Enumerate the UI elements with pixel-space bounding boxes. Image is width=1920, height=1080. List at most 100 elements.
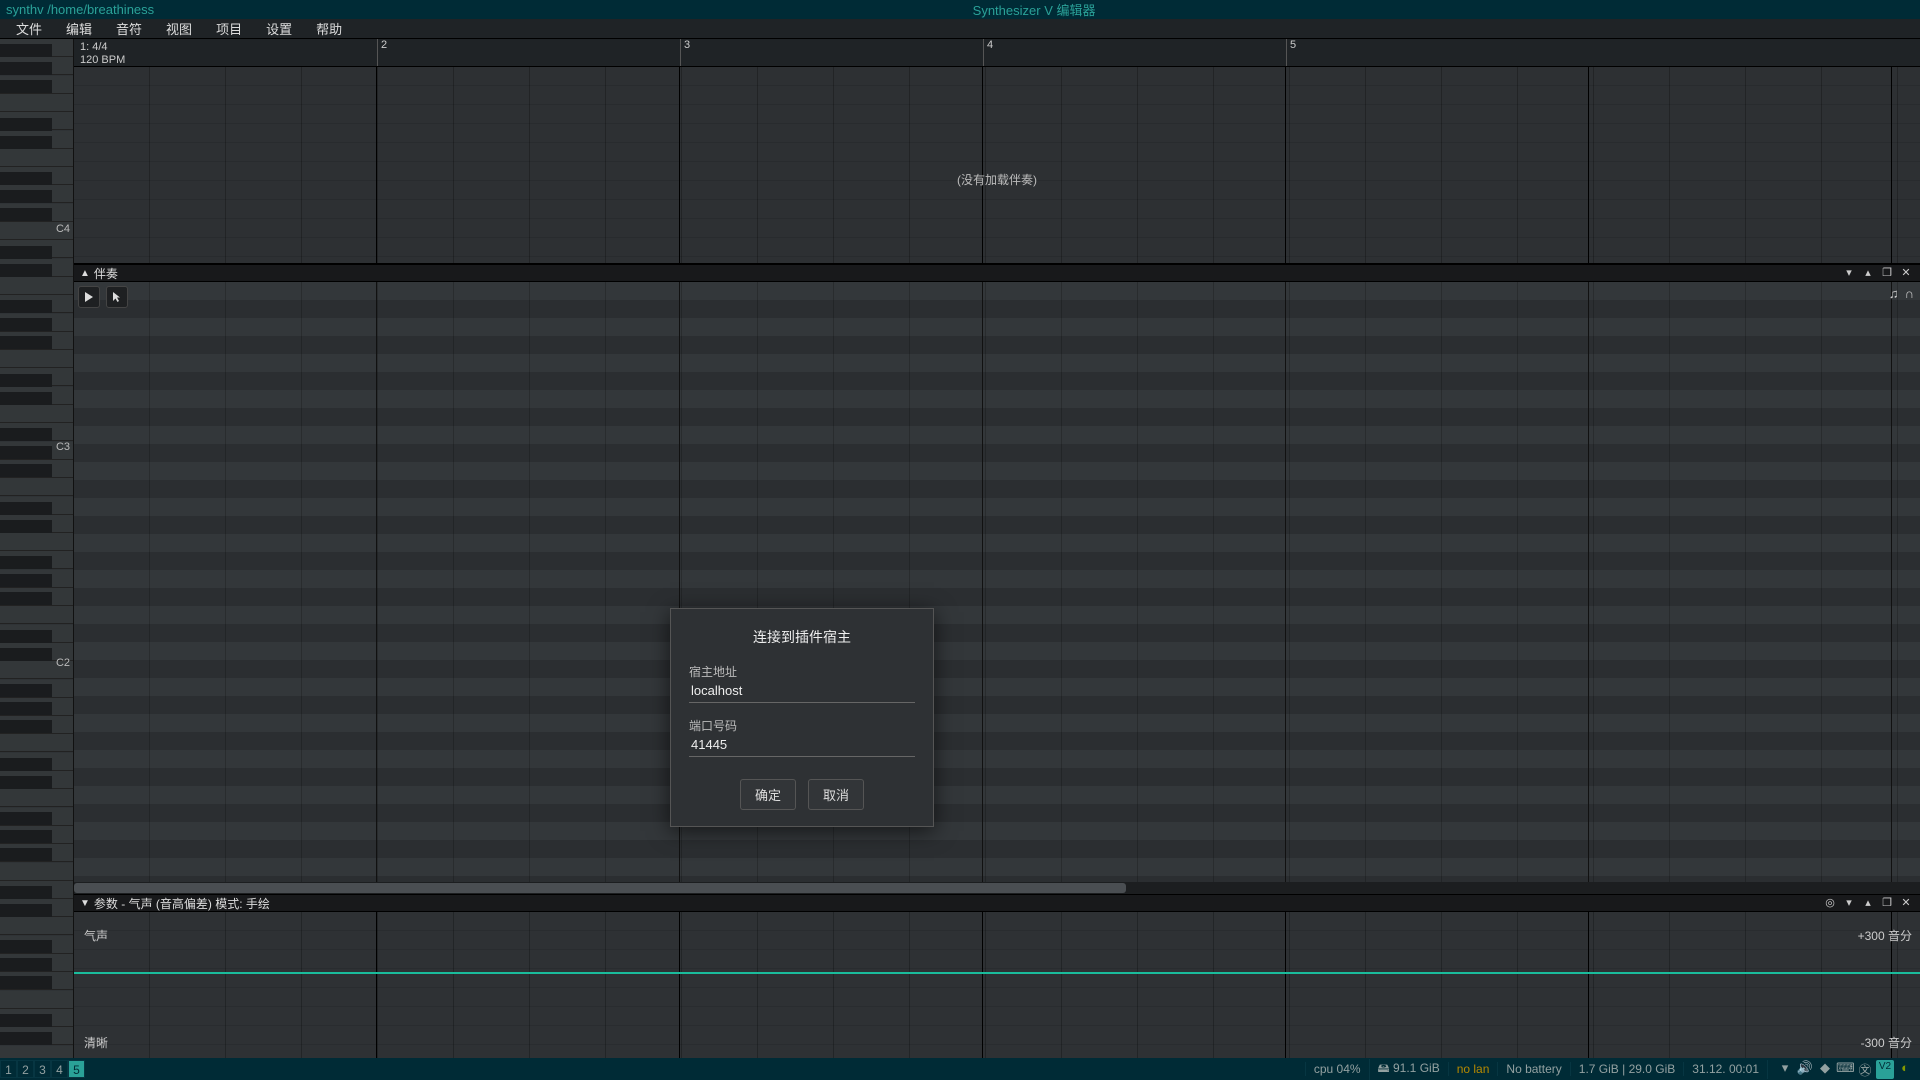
piano-white-key[interactable] [0, 533, 73, 551]
piano-white-key[interactable] [0, 917, 73, 935]
piano-roll[interactable]: ♫ ∩ 连接到插件宿主 宿主地址 端口号码 确定 取消 [74, 282, 1920, 894]
host-input[interactable] [689, 680, 915, 703]
piano-black-key[interactable] [0, 190, 52, 203]
piano-black-key[interactable] [0, 702, 52, 715]
tray-input-icon[interactable]: ㉆ [1856, 1060, 1874, 1079]
piano-black-key[interactable] [0, 958, 52, 971]
piano-white-key[interactable] [0, 478, 73, 496]
horizontal-scrollbar[interactable] [74, 882, 1920, 894]
menu-note[interactable]: 音符 [104, 17, 154, 40]
accompaniment-panel[interactable]: (没有加载伴奏) [74, 67, 1920, 264]
piano-white-key[interactable] [0, 863, 73, 881]
piano-black-key[interactable] [0, 428, 52, 441]
piano-black-key[interactable] [0, 392, 52, 405]
chevron-up-icon[interactable]: ▲ [80, 268, 90, 279]
play-button[interactable] [78, 286, 100, 308]
piano-black-key[interactable] [0, 446, 52, 459]
menu-project[interactable]: 项目 [204, 17, 254, 40]
piano-white-key[interactable] [0, 149, 73, 167]
ok-button[interactable]: 确定 [740, 779, 796, 810]
piano-black-key[interactable] [0, 300, 52, 313]
panel-close-icon[interactable]: ✕ [1898, 896, 1914, 910]
tray-keyboard-icon[interactable]: ⌨ [1836, 1060, 1854, 1079]
piano-black-key[interactable] [0, 520, 52, 533]
headphones-icon[interactable]: ∩ [1905, 286, 1914, 301]
workspace-3[interactable]: 3 [34, 1060, 51, 1078]
piano-white-key[interactable] [0, 789, 73, 807]
panel-close-icon[interactable]: ✕ [1898, 266, 1914, 280]
piano-black-key[interactable] [0, 318, 52, 331]
piano-white-key[interactable] [0, 991, 73, 1009]
piano-black-key[interactable] [0, 80, 52, 93]
time-signature[interactable]: 1: 4/4 [80, 41, 125, 54]
piano-black-key[interactable] [0, 44, 52, 57]
piano-black-key[interactable] [0, 812, 52, 825]
scrollbar-thumb[interactable] [74, 883, 1126, 893]
tray-network-icon[interactable]: ◆ [1816, 1060, 1834, 1079]
tempo-value[interactable]: 120 BPM [80, 54, 125, 67]
piano-black-key[interactable] [0, 172, 52, 185]
workspace-1[interactable]: 1 [0, 1060, 17, 1078]
piano-white-key[interactable] [0, 277, 73, 295]
piano-white-key[interactable] [0, 94, 73, 112]
cancel-button[interactable]: 取消 [808, 779, 864, 810]
panel-restore-icon[interactable]: ❐ [1879, 266, 1895, 280]
panel-up-icon[interactable]: ▴ [1860, 896, 1876, 910]
music-note-icon[interactable]: ♫ [1889, 286, 1899, 301]
piano-black-key[interactable] [0, 904, 52, 917]
menu-edit[interactable]: 编辑 [54, 17, 104, 40]
piano-black-key[interactable] [0, 502, 52, 515]
piano-black-key[interactable] [0, 592, 52, 605]
piano-black-key[interactable] [0, 336, 52, 349]
panel-restore-icon[interactable]: ❐ [1879, 896, 1895, 910]
panel-settings-icon[interactable]: ◎ [1822, 896, 1838, 910]
tray-volume-icon[interactable]: 🔊 [1796, 1060, 1814, 1079]
piano-black-key[interactable] [0, 976, 52, 989]
panel-down-icon[interactable]: ▾ [1841, 896, 1857, 910]
port-input[interactable] [689, 734, 915, 757]
piano-black-key[interactable] [0, 264, 52, 277]
piano-black-key[interactable] [0, 208, 52, 221]
piano-black-key[interactable] [0, 374, 52, 387]
piano-black-key[interactable] [0, 940, 52, 953]
piano-black-key[interactable] [0, 758, 52, 771]
pointer-tool-button[interactable] [106, 286, 128, 308]
tray-dropdown-icon[interactable]: ▾ [1776, 1060, 1794, 1079]
piano-black-key[interactable] [0, 1032, 52, 1045]
piano-black-key[interactable] [0, 246, 52, 259]
piano-black-key[interactable] [0, 848, 52, 861]
timeline-ruler[interactable]: 1: 4/4 120 BPM 2 3 4 5 [74, 39, 1920, 67]
workspace-5[interactable]: 5 [68, 1060, 85, 1078]
workspace-4[interactable]: 4 [51, 1060, 68, 1078]
piano-black-key[interactable] [0, 776, 52, 789]
menu-settings[interactable]: 设置 [254, 17, 304, 40]
piano-black-key[interactable] [0, 830, 52, 843]
piano-black-key[interactable] [0, 118, 52, 131]
piano-black-key[interactable] [0, 464, 52, 477]
chevron-down-icon[interactable]: ▼ [80, 898, 90, 909]
piano-black-key[interactable] [0, 648, 52, 661]
piano-black-key[interactable] [0, 720, 52, 733]
menu-view[interactable]: 视图 [154, 17, 204, 40]
tray-app-icon[interactable]: ◐ [1896, 1060, 1914, 1079]
piano-black-key[interactable] [0, 630, 52, 643]
panel-up-icon[interactable]: ▴ [1860, 266, 1876, 280]
piano-black-key[interactable] [0, 556, 52, 569]
parameter-lane[interactable]: 气声 清晰 +300 音分 -300 音分 [74, 912, 1920, 1059]
piano-keyboard[interactable]: C4C3C2 [0, 39, 74, 1058]
piano-black-key[interactable] [0, 886, 52, 899]
piano-white-key[interactable] [0, 734, 73, 752]
piano-black-key[interactable] [0, 574, 52, 587]
piano-black-key[interactable] [0, 136, 52, 149]
piano-black-key[interactable] [0, 1014, 52, 1027]
piano-black-key[interactable] [0, 62, 52, 75]
piano-white-key[interactable] [0, 606, 73, 624]
piano-white-key[interactable] [0, 405, 73, 423]
tray-vnc-icon[interactable]: V2 [1876, 1060, 1894, 1079]
menu-help[interactable]: 帮助 [304, 17, 354, 40]
piano-white-key[interactable] [0, 350, 73, 368]
panel-down-icon[interactable]: ▾ [1841, 266, 1857, 280]
menu-file[interactable]: 文件 [4, 17, 54, 40]
workspace-2[interactable]: 2 [17, 1060, 34, 1078]
piano-black-key[interactable] [0, 684, 52, 697]
